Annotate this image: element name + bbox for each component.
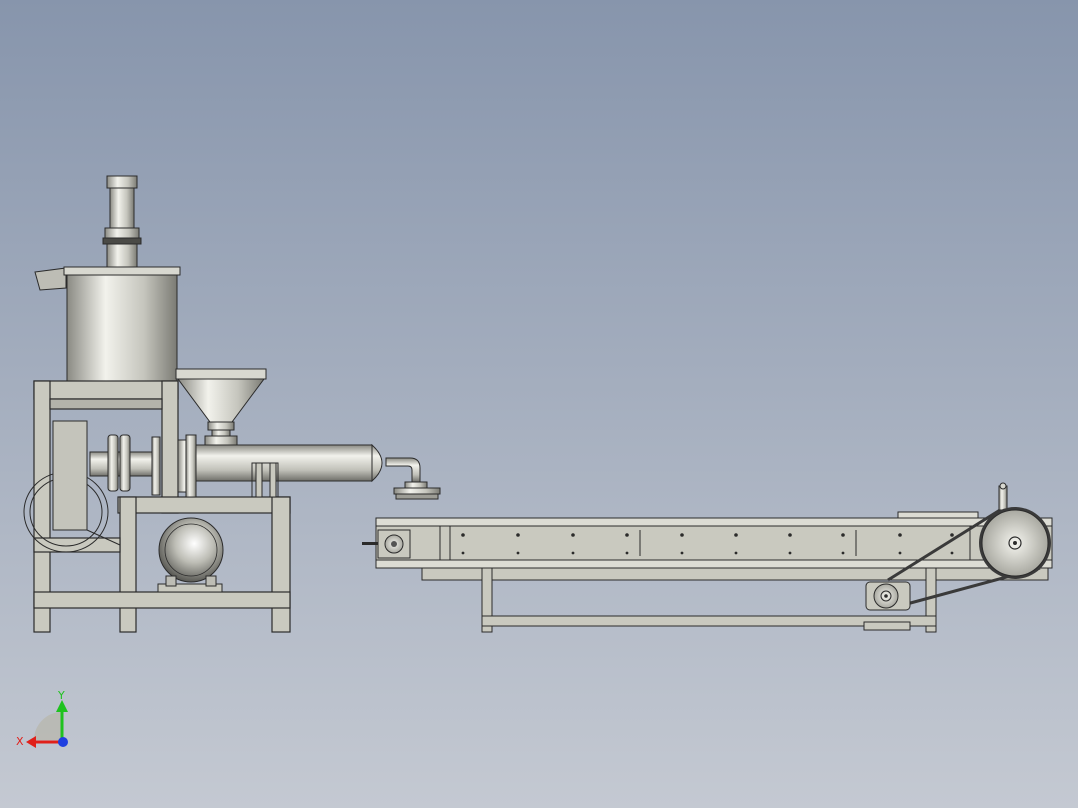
outlet-nozzle [385,457,441,500]
coupling [89,434,161,496]
drive-motor [157,517,224,593]
x-axis-label: X [16,735,24,748]
cad-scene: Y X [16,175,1053,748]
cad-viewport[interactable]: Y X [0,0,1078,808]
mixer-motor [102,175,142,269]
axis-triad: Y X [16,689,68,748]
conveyor-belt [362,511,1053,569]
mixing-tank [34,266,181,382]
feed-hopper [175,368,267,447]
z-axis-dot [58,737,68,747]
drive-pulley [979,482,1051,579]
y-axis-label: Y [57,689,65,702]
gear-motor [865,581,911,611]
conveyor-frame [421,567,1049,633]
